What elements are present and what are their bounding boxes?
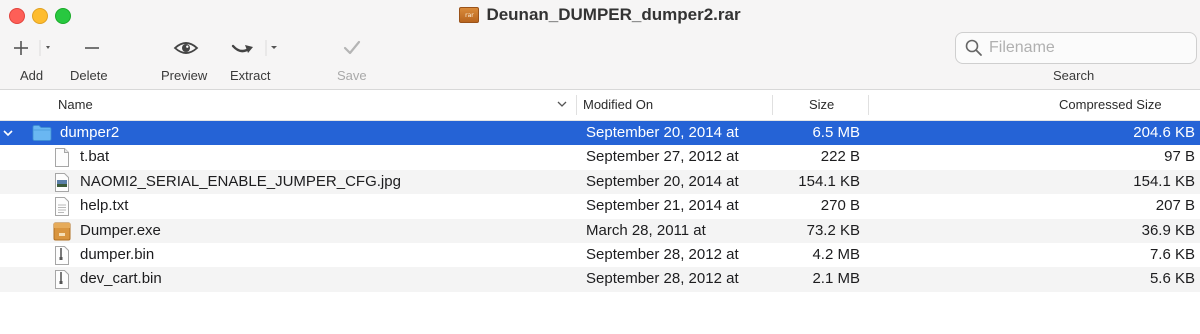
preview-label: Preview xyxy=(161,68,208,83)
file-name: dumper2 xyxy=(60,124,120,141)
file-size: 4.2 MB xyxy=(812,245,860,263)
file-compressed-size: 207 B xyxy=(1155,197,1195,215)
add-icon xyxy=(12,36,56,60)
table-row[interactable]: dev_cart.bin September 28, 2012 at 2.1 M… xyxy=(0,267,1200,292)
table-row[interactable]: NAOMI2_SERIAL_ENABLE_JUMPER_CFG.jpg Sept… xyxy=(0,169,1200,195)
save-button[interactable] xyxy=(340,36,364,60)
file-size: 270 B xyxy=(820,197,860,215)
checkmark-icon xyxy=(340,36,364,60)
file-compressed-size: 5.6 KB xyxy=(1149,270,1195,288)
column-divider[interactable] xyxy=(868,95,869,115)
column-divider[interactable] xyxy=(576,95,577,115)
file-modified: March 28, 2011 at xyxy=(586,221,706,239)
file-name: t.bat xyxy=(80,148,110,166)
column-divider[interactable] xyxy=(772,95,773,115)
minus-icon xyxy=(78,36,104,60)
delete-label: Delete xyxy=(70,68,108,83)
extract-button[interactable] xyxy=(228,36,282,60)
table-row[interactable]: dumper.bin September 28, 2012 at 4.2 MB … xyxy=(0,243,1200,267)
column-header-row: Name Modified On Size Compressed Size xyxy=(0,90,1200,121)
eye-icon xyxy=(170,36,202,60)
file-size: 222 B xyxy=(820,148,860,166)
file-size: 154.1 KB xyxy=(798,172,860,190)
window-title: Deunan_DUMPER_dumper2.rar xyxy=(486,5,741,24)
extract-label: Extract xyxy=(230,68,271,83)
file-list: dumper2 September 20, 2014 at 6.5 MB 204… xyxy=(0,121,1200,292)
table-row[interactable]: Dumper.exe March 28, 2011 at 73.2 KB 36.… xyxy=(0,218,1200,243)
table-row[interactable]: t.bat September 27, 2012 at 222 B 97 B xyxy=(0,145,1200,169)
file-size: 2.1 MB xyxy=(812,270,860,288)
file-size: 73.2 KB xyxy=(806,221,860,239)
search-icon xyxy=(965,39,983,57)
extract-arrow-icon xyxy=(228,36,282,60)
column-size[interactable]: Size xyxy=(809,90,834,120)
column-modified[interactable]: Modified On xyxy=(583,90,653,120)
save-label: Save xyxy=(337,68,367,83)
window-title-bar: rar Deunan_DUMPER_dumper2.rar xyxy=(0,4,1200,26)
table-row[interactable]: dumper2 September 20, 2014 at 6.5 MB 204… xyxy=(0,121,1200,146)
column-name[interactable]: Name xyxy=(58,90,93,120)
file-name: NAOMI2_SERIAL_ENABLE_JUMPER_CFG.jpg xyxy=(80,172,401,190)
file-name: dumper.bin xyxy=(80,245,155,263)
table-row[interactable]: help.txt September 21, 2014 at 270 B 207… xyxy=(0,194,1200,218)
search-label: Search xyxy=(1053,68,1095,83)
file-name: help.txt xyxy=(80,197,129,215)
search-input[interactable] xyxy=(987,38,1191,58)
sort-chevron-down-icon[interactable] xyxy=(556,90,568,120)
preview-button[interactable] xyxy=(170,36,202,60)
list-empty-area[interactable] xyxy=(0,292,1200,334)
delete-button[interactable] xyxy=(78,36,104,60)
add-button[interactable] xyxy=(12,36,56,60)
file-compressed-size: 97 B xyxy=(1164,148,1195,166)
add-label: Add xyxy=(20,68,44,83)
file-compressed-size: 36.9 KB xyxy=(1141,221,1195,239)
archive-icon-text: rar xyxy=(465,11,474,19)
file-compressed-size: 154.1 KB xyxy=(1133,172,1195,190)
search-field[interactable] xyxy=(955,32,1197,64)
file-name: dev_cart.bin xyxy=(80,270,162,288)
file-name: Dumper.exe xyxy=(80,221,161,239)
file-size: 6.5 MB xyxy=(812,124,860,141)
file-compressed-size: 7.6 KB xyxy=(1149,245,1195,263)
file-compressed-size: 204.6 KB xyxy=(1133,124,1195,141)
toolbar: rar Deunan_DUMPER_dumper2.rar Add Delete xyxy=(0,0,1200,90)
column-compressed-size[interactable]: Compressed Size xyxy=(1059,90,1162,120)
archive-icon: rar xyxy=(459,7,480,23)
